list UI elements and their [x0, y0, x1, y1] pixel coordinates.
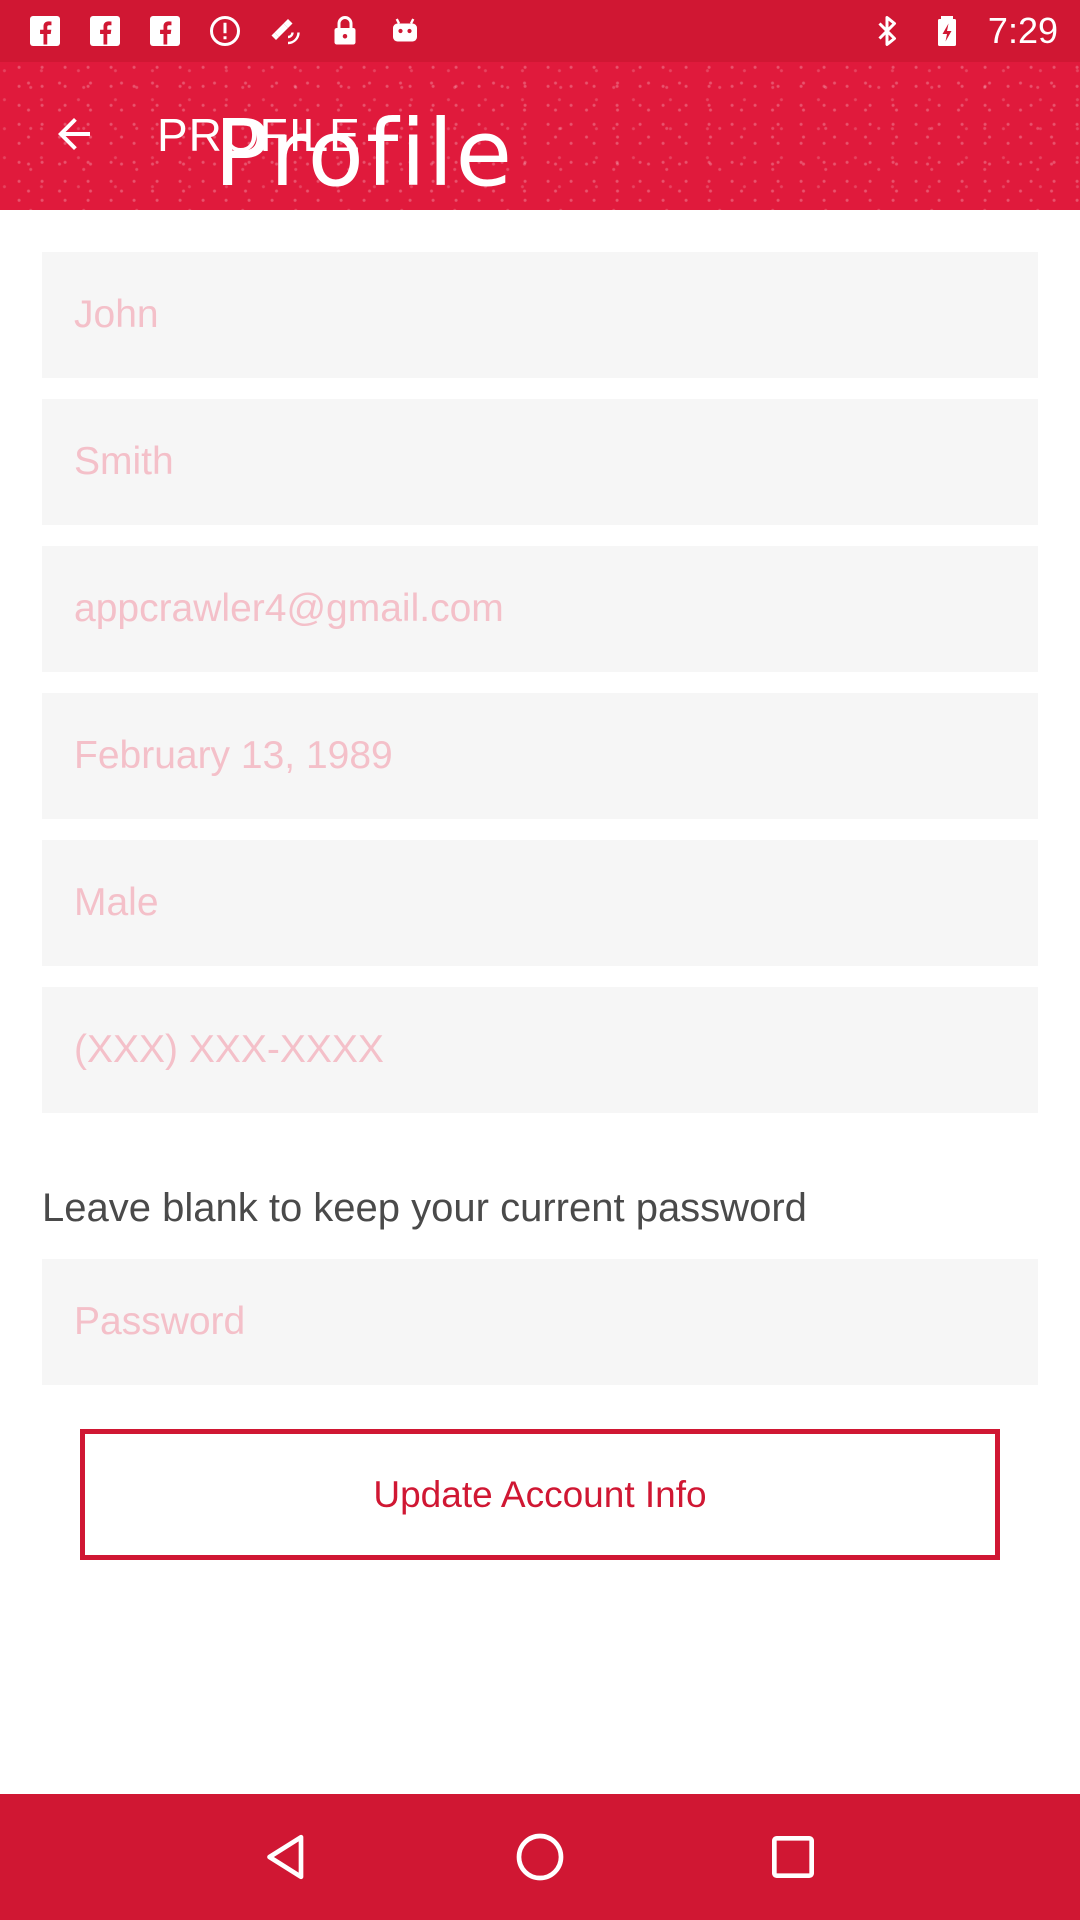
bluetooth-icon: [868, 12, 906, 50]
phone-field[interactable]: [42, 987, 1038, 1113]
facebook-icon: [146, 12, 184, 50]
email-field[interactable]: appcrawler4@gmail.com: [42, 546, 1038, 672]
home-circle-icon: [516, 1833, 564, 1881]
android-icon: [386, 12, 424, 50]
arrow-back-icon: [58, 118, 90, 150]
profile-form: John Smith appcrawler4@gmail.com Februar…: [42, 252, 1038, 1134]
password-hint: Leave blank to keep your current passwor…: [42, 1186, 807, 1230]
status-notifications: [26, 12, 424, 50]
facebook-icon: [86, 12, 124, 50]
last-name-field[interactable]: Smith: [42, 399, 1038, 525]
birthdate-field[interactable]: February 13, 1989: [42, 693, 1038, 819]
page-title: Profile: [214, 100, 515, 207]
status-time: 7:29: [987, 10, 1058, 51]
back-triangle-icon: [266, 1834, 303, 1880]
password-field[interactable]: [42, 1259, 1038, 1385]
back-button[interactable]: [46, 106, 102, 162]
app-bar: PROFILE Profile: [0, 62, 1080, 210]
fake-gps-icon: [266, 12, 304, 50]
status-system: 7:29: [868, 10, 1058, 52]
recents-square-icon: [772, 1836, 815, 1878]
gender-field[interactable]: Male: [42, 840, 1038, 966]
first-name-field[interactable]: John: [42, 252, 1038, 378]
nav-home-button[interactable]: [504, 1821, 576, 1893]
facebook-icon: [26, 12, 64, 50]
lock-icon: [326, 12, 364, 50]
nav-recents-button[interactable]: [757, 1821, 829, 1893]
alert-icon: [206, 12, 244, 50]
nav-back-button[interactable]: [251, 1821, 323, 1893]
battery-icon: [928, 12, 966, 50]
system-nav-bar: [0, 1794, 1080, 1920]
status-bar: 7:29: [0, 0, 1080, 62]
update-account-button[interactable]: Update Account Info: [80, 1429, 1000, 1560]
